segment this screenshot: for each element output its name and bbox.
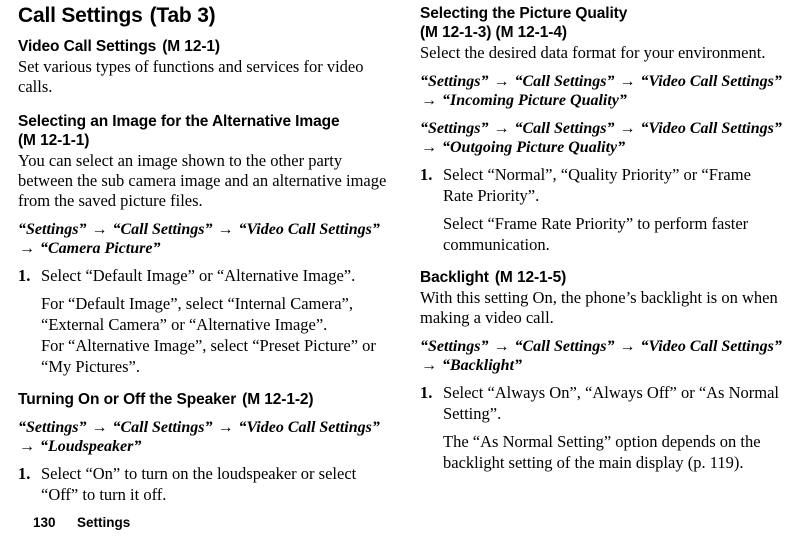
page-title: Call Settings (Tab 3) xyxy=(18,4,388,28)
arrow-right-icon: → xyxy=(217,419,234,436)
navigation-path-loudspeaker: “Settings” → “Call Settings” → “Video Ca… xyxy=(18,418,388,456)
heading-picture-quality-text: Selecting the Picture Quality xyxy=(420,5,628,22)
step-number: 1. xyxy=(420,165,433,184)
navigation-path-incoming-picture-quality: “Settings” → “Call Settings” → “Video Ca… xyxy=(420,72,784,110)
heading-picture-quality-code: (M 12-1-3) (M 12-1-4) xyxy=(420,24,567,41)
path-part: “Video Call Settings” xyxy=(640,338,782,355)
path-part: “Backlight” xyxy=(442,357,523,374)
page-title-main: Call Settings xyxy=(18,4,143,27)
path-part: “Video Call Settings” xyxy=(238,221,380,238)
page-footer: 130 Settings xyxy=(18,499,130,547)
footer-page-number: 130 xyxy=(33,515,56,530)
step-item: 1. Select “Normal”, “Quality Priority” o… xyxy=(420,164,784,255)
heading-speaker-code: (M 12-1-2) xyxy=(242,391,314,408)
arrow-right-icon: → xyxy=(619,338,636,355)
path-part: “Video Call Settings” xyxy=(640,120,782,137)
heading-speaker: Turning On or Off the Speaker (M 12-1-2) xyxy=(18,390,388,409)
step-text: Select “Always On”, “Always Off” or “As … xyxy=(443,383,780,423)
footer-section-name: Settings xyxy=(77,515,131,530)
step-sub-text: For “Alternative Image”, select “Preset … xyxy=(41,336,376,376)
paragraph-video-call-intro: Set various types of functions and servi… xyxy=(18,57,364,96)
step-item: 1. Select “Default Image” or “Alternativ… xyxy=(18,265,388,377)
paragraph-alternative-image-intro: You can select an image shown to the oth… xyxy=(18,151,387,210)
arrow-right-icon: → xyxy=(91,221,108,238)
heading-picture-quality: Selecting the Picture Quality (M 12-1-3) … xyxy=(420,4,784,42)
page-title-tab: (Tab 3) xyxy=(149,4,216,27)
navigation-path-camera-picture: “Settings” → “Call Settings” → “Video Ca… xyxy=(18,220,388,258)
arrow-right-icon: → xyxy=(91,419,108,436)
step-sub-text: Select “Frame Rate Priority” to perform … xyxy=(443,214,749,254)
step-sub-text: For “Default Image”, select “Internal Ca… xyxy=(41,294,353,334)
heading-speaker-text: Turning On or Off the Speaker xyxy=(18,391,237,408)
path-part: “Settings” xyxy=(18,221,87,238)
arrow-right-icon: → xyxy=(421,92,437,109)
path-part: “Camera Picture” xyxy=(40,240,161,257)
arrow-right-icon: → xyxy=(619,120,636,137)
arrow-right-icon: → xyxy=(19,438,35,455)
left-column: Call Settings (Tab 3) Video Call Settings… xyxy=(18,0,388,505)
navigation-path-outgoing-picture-quality: “Settings” → “Call Settings” → “Video Ca… xyxy=(420,119,784,157)
path-part: “Settings” xyxy=(420,73,489,90)
navigation-path-backlight: “Settings” → “Call Settings” → “Video Ca… xyxy=(420,337,784,375)
heading-backlight: Backlight (M 12-1-5) xyxy=(420,268,784,287)
step-text: Select “On” to turn on the loudspeaker o… xyxy=(41,464,357,504)
heading-video-call-settings-text: Video Call Settings xyxy=(18,38,157,55)
path-part: “Video Call Settings” xyxy=(640,73,782,90)
arrow-right-icon: → xyxy=(493,73,510,90)
step-item: 1. Select “Always On”, “Always Off” or “… xyxy=(420,382,784,473)
path-part: “Call Settings” xyxy=(112,221,213,238)
step-sub-text: The “As Normal Setting” option depends o… xyxy=(443,432,761,472)
path-part: “Call Settings” xyxy=(514,338,615,355)
path-part: “Settings” xyxy=(18,419,87,436)
arrow-right-icon: → xyxy=(421,357,437,374)
arrow-right-icon: → xyxy=(421,139,437,156)
path-part: “Call Settings” xyxy=(514,73,615,90)
path-part: “Outgoing Picture Quality” xyxy=(442,139,626,156)
heading-video-call-settings-code: (M 12-1) xyxy=(162,38,220,55)
step-number: 1. xyxy=(18,266,31,285)
path-part: “Call Settings” xyxy=(112,419,213,436)
heading-backlight-code: (M 12-1-5) xyxy=(494,269,567,286)
path-part: “Video Call Settings” xyxy=(238,419,380,436)
heading-backlight-text: Backlight xyxy=(420,269,489,286)
arrow-right-icon: → xyxy=(19,240,35,257)
path-part: “Loudspeaker” xyxy=(40,438,142,455)
step-text: Select “Default Image” or “Alternative I… xyxy=(41,266,356,285)
step-text: Select “Normal”, “Quality Priority” or “… xyxy=(443,165,751,205)
arrow-right-icon: → xyxy=(619,73,636,90)
manual-page: Call Settings (Tab 3) Video Call Settings… xyxy=(0,0,786,552)
step-number: 1. xyxy=(420,383,433,402)
paragraph-picture-quality-intro: Select the desired data format for your … xyxy=(420,43,766,62)
heading-alternative-image-code: (M 12-1-1) xyxy=(18,132,90,149)
heading-alternative-image: Selecting an Image for the Alternative I… xyxy=(18,112,388,150)
arrow-right-icon: → xyxy=(217,221,234,238)
heading-alternative-image-text: Selecting an Image for the Alternative I… xyxy=(18,113,340,130)
arrow-right-icon: → xyxy=(493,338,510,355)
paragraph-backlight-intro: With this setting On, the phone’s backli… xyxy=(420,288,778,327)
path-part: “Call Settings” xyxy=(514,120,615,137)
path-part: “Incoming Picture Quality” xyxy=(442,92,627,109)
path-part: “Settings” xyxy=(420,338,489,355)
right-column: Selecting the Picture Quality (M 12-1-3) … xyxy=(420,0,784,473)
arrow-right-icon: → xyxy=(493,120,510,137)
heading-video-call-settings: Video Call Settings (M 12-1) xyxy=(18,37,388,56)
step-number: 1. xyxy=(18,464,31,483)
path-part: “Settings” xyxy=(420,120,489,137)
